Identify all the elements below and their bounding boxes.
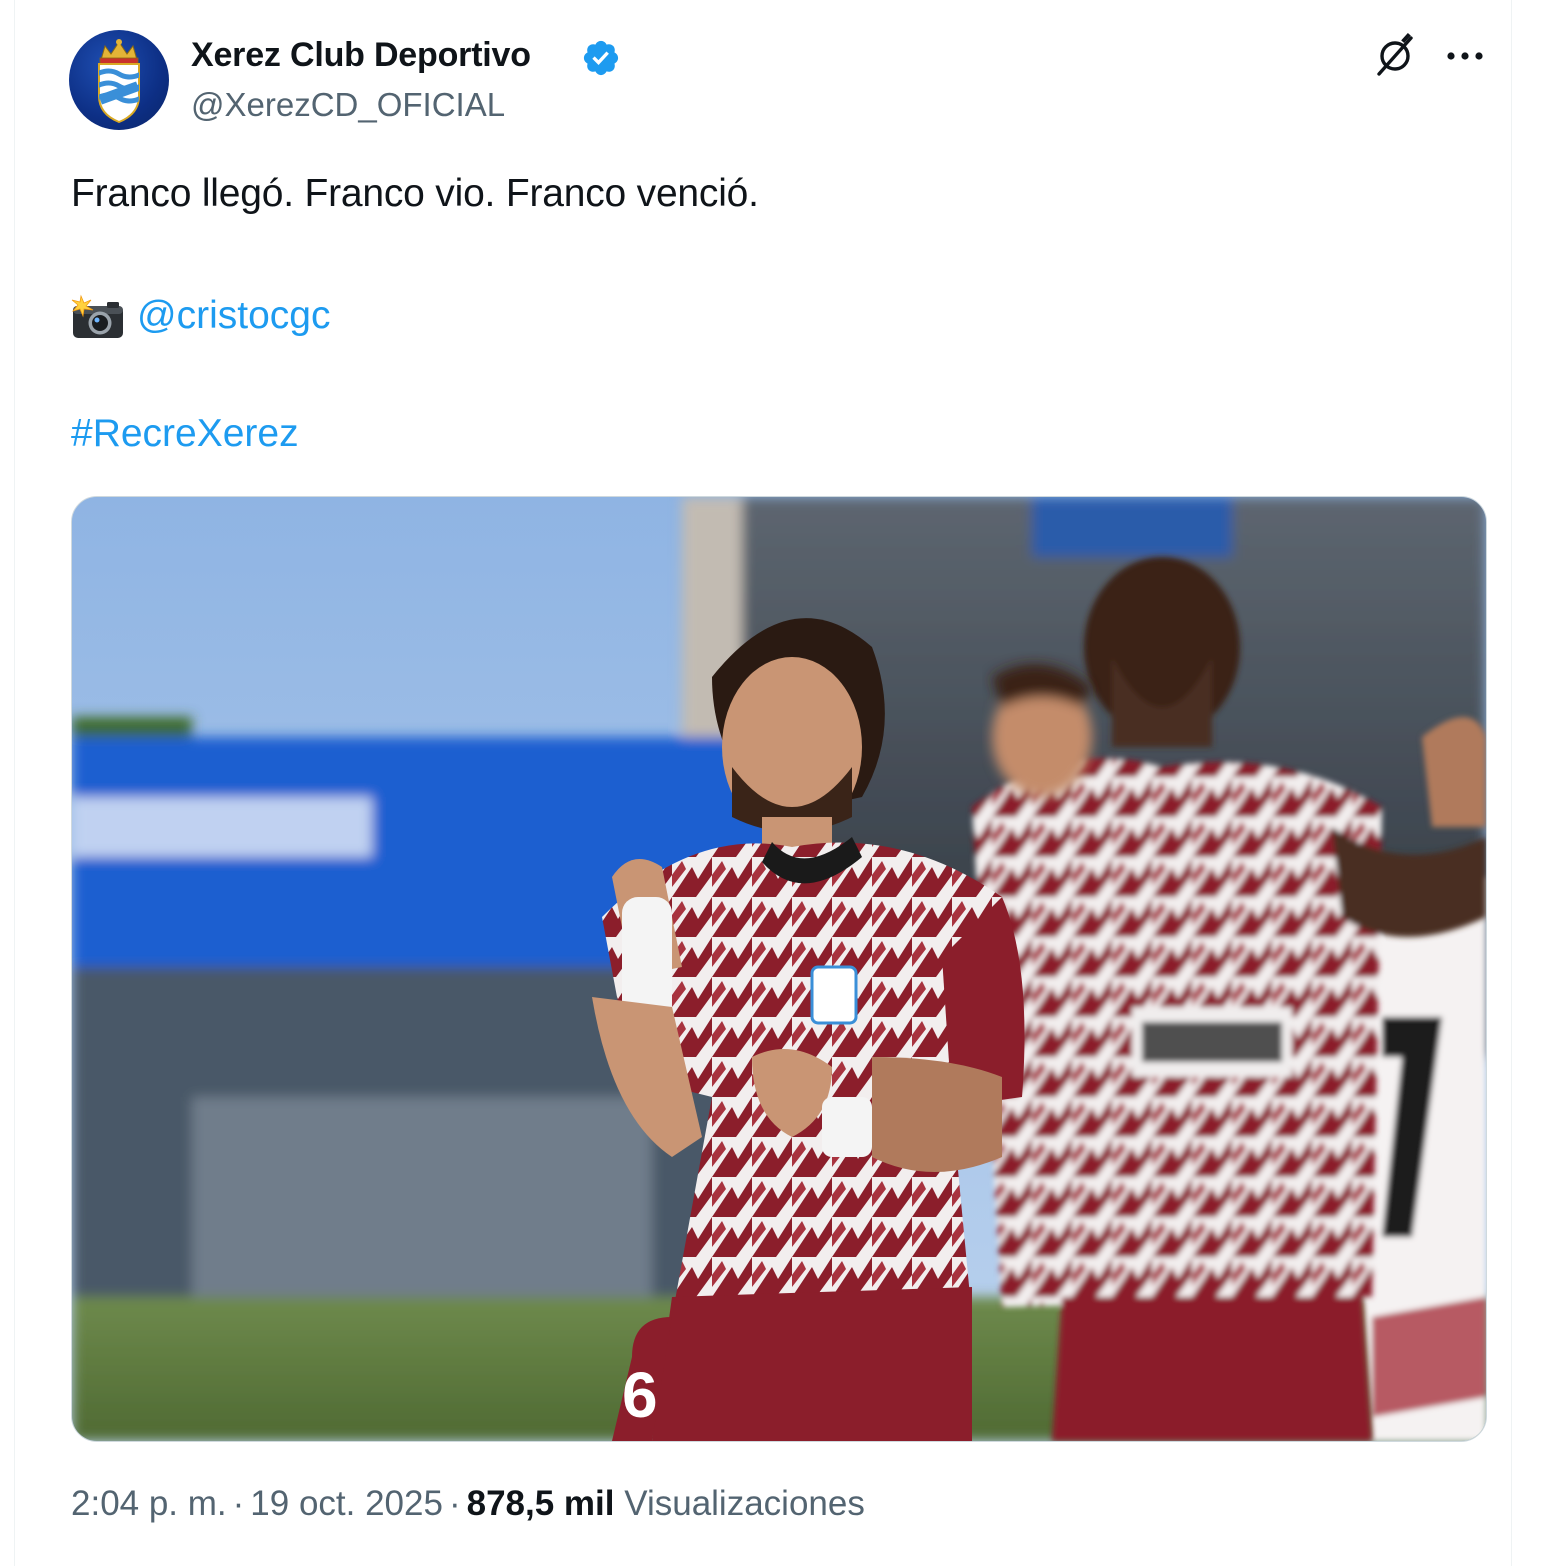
views-label: Visualizaciones [624,1484,865,1523]
tweet-text: Franco llegó. Franco vio. Franco venció. [71,172,759,215]
tweet-meta-row: 2:04 p. m. · 19 oct. 2025 · 878,5 mil Visual… [71,1484,865,1524]
hashtag-link[interactable]: #RecreXerez [71,412,299,456]
tweet-photo[interactable]: 6 [71,496,1487,1442]
tweet-date[interactable]: 19 oct. 2025 [250,1484,443,1523]
author-display-name[interactable]: Xerez Club Deportivo [191,36,531,75]
meta-separator: · [448,1484,461,1523]
author-avatar[interactable] [69,30,169,130]
grok-slash-icon[interactable] [1371,32,1419,80]
verified-badge-icon [583,40,619,76]
football-celebration-image: 6 [72,497,1486,1441]
views-count: 878,5 mil [466,1484,615,1523]
more-dots-icon[interactable] [1443,36,1487,76]
mention-link[interactable]: @cristocgc [137,294,330,338]
camera-flash-icon [71,294,123,338]
club-crest-icon [98,39,140,124]
tweet-time[interactable]: 2:04 p. m. [71,1484,227,1523]
author-handle[interactable]: @XerezCD_OFICIAL [191,86,505,124]
tweet-card: Xerez Club Deportivo @XerezCD_OFICIAL Fr… [14,0,1512,1566]
player-number: 6 [622,1359,658,1431]
meta-separator: · [232,1484,245,1523]
